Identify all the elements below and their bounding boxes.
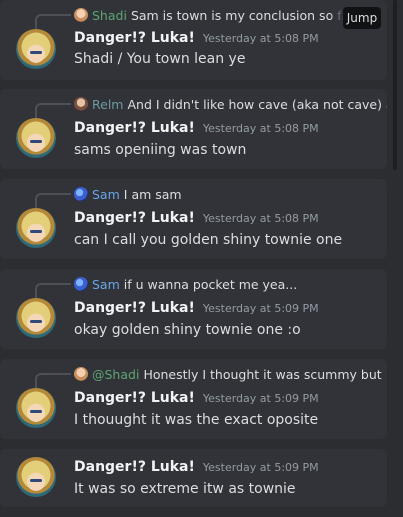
message-content: okay golden shiny townie one :o [74,322,301,338]
reply-avatar[interactable] [74,277,88,291]
message-content: sams openiing was town [74,142,247,158]
message[interactable]: Sam I am sam Danger!? Luka! Yesterday at… [0,179,387,259]
reply-avatar[interactable] [74,8,88,22]
timestamp[interactable]: Yesterday at 5:08 PM [203,212,319,225]
reply-avatar[interactable] [74,367,88,381]
message[interactable]: Shadi Sam is town is my conclusion so fa… [0,0,387,80]
message-header: Danger!? Luka! Yesterday at 5:08 PM [74,30,319,46]
message-content: I thouught it was the exact oposite [74,412,319,428]
message-header: Danger!? Luka! Yesterday at 5:08 PM [74,210,319,226]
reply-text[interactable]: Honestly I thought it was scummy but [143,367,381,382]
reply-spine [35,14,71,30]
username[interactable]: Danger!? Luka! [74,459,195,475]
reply-author[interactable]: Relm [92,97,123,112]
message-header: Danger!? Luka! Yesterday at 5:09 PM [74,300,319,316]
message[interactable]: Sam if u wanna pocket me yea... Danger!?… [0,269,387,349]
username[interactable]: Danger!? Luka! [74,120,195,136]
reply-preview[interactable]: Sam if u wanna pocket me yea... [74,275,297,293]
username[interactable]: Danger!? Luka! [74,30,195,46]
reply-author[interactable]: Shadi [92,8,127,23]
reply-spine [35,103,71,119]
reply-avatar[interactable] [74,97,88,111]
message-content: can I call you golden shiny townie one [74,232,343,248]
reply-avatar[interactable] [74,187,88,201]
reply-text[interactable]: if u wanna pocket me yea... [124,277,297,292]
timestamp[interactable]: Yesterday at 5:09 PM [203,392,319,405]
timestamp[interactable]: Yesterday at 5:09 PM [203,461,319,474]
message-content: It was so extreme itw as townie [74,481,296,497]
message-content: Shadi / You town lean ye [74,51,246,67]
scrollbar-thumb[interactable] [393,0,397,170]
username[interactable]: Danger!? Luka! [74,300,195,316]
reply-preview[interactable]: Relm And I didn't like how cave (aka not… [74,95,387,113]
username[interactable]: Danger!? Luka! [74,390,195,406]
avatar[interactable] [16,298,56,338]
timestamp[interactable]: Yesterday at 5:09 PM [203,302,319,315]
message-header: Danger!? Luka! Yesterday at 5:08 PM [74,120,319,136]
reply-preview[interactable]: Sam I am sam [74,185,182,203]
reply-spine [35,373,71,389]
message-header: Danger!? Luka! Yesterday at 5:09 PM [74,390,319,406]
reply-text[interactable]: I am sam [124,187,182,202]
message-header: Danger!? Luka! Yesterday at 5:09 PM [74,459,319,475]
reply-preview[interactable]: @Shadi Honestly I thought it was scummy … [74,365,382,383]
reply-author[interactable]: Sam [92,277,120,292]
reply-spine [35,193,71,209]
username[interactable]: Danger!? Luka! [74,210,195,226]
avatar[interactable] [16,29,56,69]
reply-preview[interactable]: Shadi Sam is town is my conclusion so fa… [74,6,354,24]
reply-author[interactable]: @Shadi [92,367,139,382]
avatar[interactable] [16,388,56,428]
reply-author[interactable]: Sam [92,187,120,202]
jump-button[interactable]: Jump [343,7,381,29]
avatar[interactable] [16,208,56,248]
message[interactable]: @Shadi Honestly I thought it was scummy … [0,359,387,439]
message[interactable]: Danger!? Luka! Yesterday at 5:09 PM It w… [0,449,387,507]
reply-text[interactable]: Sam is town is my conclusion so far [131,8,354,23]
avatar[interactable] [16,118,56,158]
reply-spine [35,283,71,299]
timestamp[interactable]: Yesterday at 5:08 PM [203,32,319,45]
timestamp[interactable]: Yesterday at 5:08 PM [203,122,319,135]
reply-text[interactable]: And I didn't like how cave (aka not cave… [127,97,387,112]
message[interactable]: Relm And I didn't like how cave (aka not… [0,89,387,169]
avatar[interactable] [16,457,56,497]
reply-fade [330,4,344,28]
